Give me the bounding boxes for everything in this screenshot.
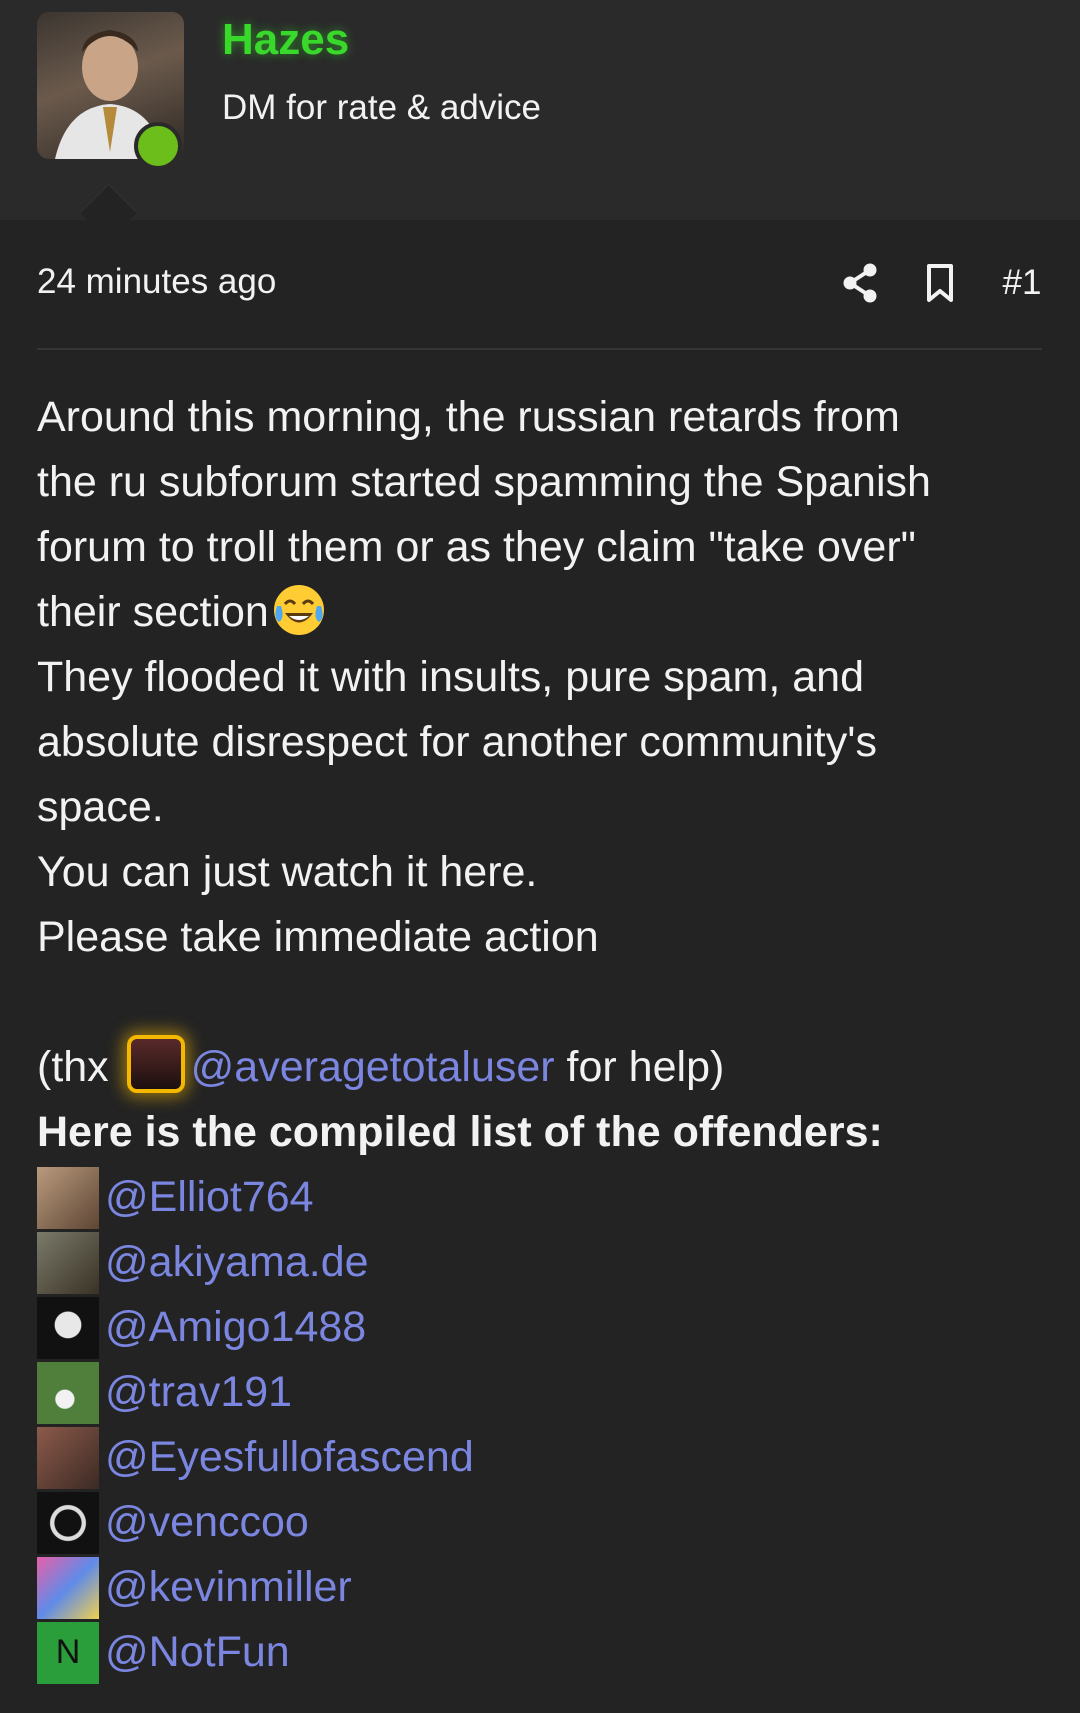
post-meta-bar: 24 minutes ago #1 [37, 258, 1042, 308]
list-item: N @NotFun [37, 1620, 1047, 1685]
thanks-line: (thx @averagetotaluser for help) [37, 1035, 1047, 1100]
share-icon [843, 263, 877, 303]
mention-link[interactable]: @Elliot764 [105, 1165, 314, 1230]
post-number-link[interactable]: #1 [992, 258, 1052, 308]
header-pointer [79, 183, 138, 242]
author-avatar[interactable] [37, 12, 184, 170]
post-line: absolute disrespect for another communit… [37, 718, 877, 766]
post-line: Around this morning, the russian retards… [37, 393, 900, 441]
mention-link[interactable]: @NotFun [105, 1620, 290, 1685]
post-line: their section [37, 580, 1047, 645]
mention-link[interactable]: @averagetotaluser [191, 1043, 555, 1091]
thanks-suffix: for help) [554, 1043, 725, 1091]
user-avatar[interactable]: N [37, 1621, 99, 1684]
mention-link[interactable]: @Amigo1488 [105, 1295, 366, 1360]
user-avatar[interactable] [37, 1556, 99, 1619]
bookmark-button[interactable] [915, 258, 965, 308]
user-avatar[interactable] [37, 1426, 99, 1489]
crying-laughing-emoji-icon [273, 585, 324, 635]
user-avatar[interactable] [37, 1296, 99, 1359]
list-item: @kevinmiller [37, 1555, 1047, 1620]
mention-avatar[interactable] [126, 1035, 185, 1093]
share-button[interactable] [830, 258, 890, 308]
post-line: forum to troll them or as they claim "ta… [37, 523, 916, 571]
list-item: @trav191 [37, 1360, 1047, 1425]
mention-link[interactable]: @trav191 [105, 1360, 292, 1425]
post-line: Please take immediate action [37, 913, 599, 961]
offender-list-heading: Here is the compiled list of the offende… [37, 1108, 883, 1156]
post-timestamp[interactable]: 24 minutes ago [37, 262, 276, 302]
mention-link[interactable]: @Eyesfullofascend [105, 1425, 474, 1490]
user-avatar[interactable] [37, 1166, 99, 1229]
thanks-prefix: (thx [37, 1043, 121, 1091]
user-avatar[interactable] [37, 1361, 99, 1424]
post-content: Around this morning, the russian retards… [37, 385, 1047, 1685]
mention-link[interactable]: @venccoo [105, 1490, 309, 1555]
post-author-header: Hazes DM for rate & advice [0, 0, 1080, 242]
list-item: @Eyesfullofascend [37, 1425, 1047, 1490]
post-line: You can just watch it here. [37, 848, 538, 896]
author-tagline: DM for rate & advice [222, 88, 541, 127]
mention-link[interactable]: @kevinmiller [105, 1555, 352, 1620]
mention-link[interactable]: @akiyama.de [105, 1230, 369, 1295]
list-item: @akiyama.de [37, 1230, 1047, 1295]
author-username[interactable]: Hazes [222, 15, 349, 65]
bookmark-icon [927, 264, 953, 302]
list-item: @venccoo [37, 1490, 1047, 1555]
list-item: @Elliot764 [37, 1165, 1047, 1230]
post-line-text: their section [37, 588, 269, 636]
list-item: @Amigo1488 [37, 1295, 1047, 1360]
post-line: the ru subforum started spamming the Spa… [37, 458, 931, 506]
post-line: They flooded it with insults, pure spam,… [37, 653, 864, 701]
divider [37, 348, 1042, 350]
online-status-icon [134, 122, 182, 170]
post-line: space. [37, 783, 164, 831]
user-avatar[interactable] [37, 1491, 99, 1554]
user-avatar[interactable] [37, 1231, 99, 1294]
